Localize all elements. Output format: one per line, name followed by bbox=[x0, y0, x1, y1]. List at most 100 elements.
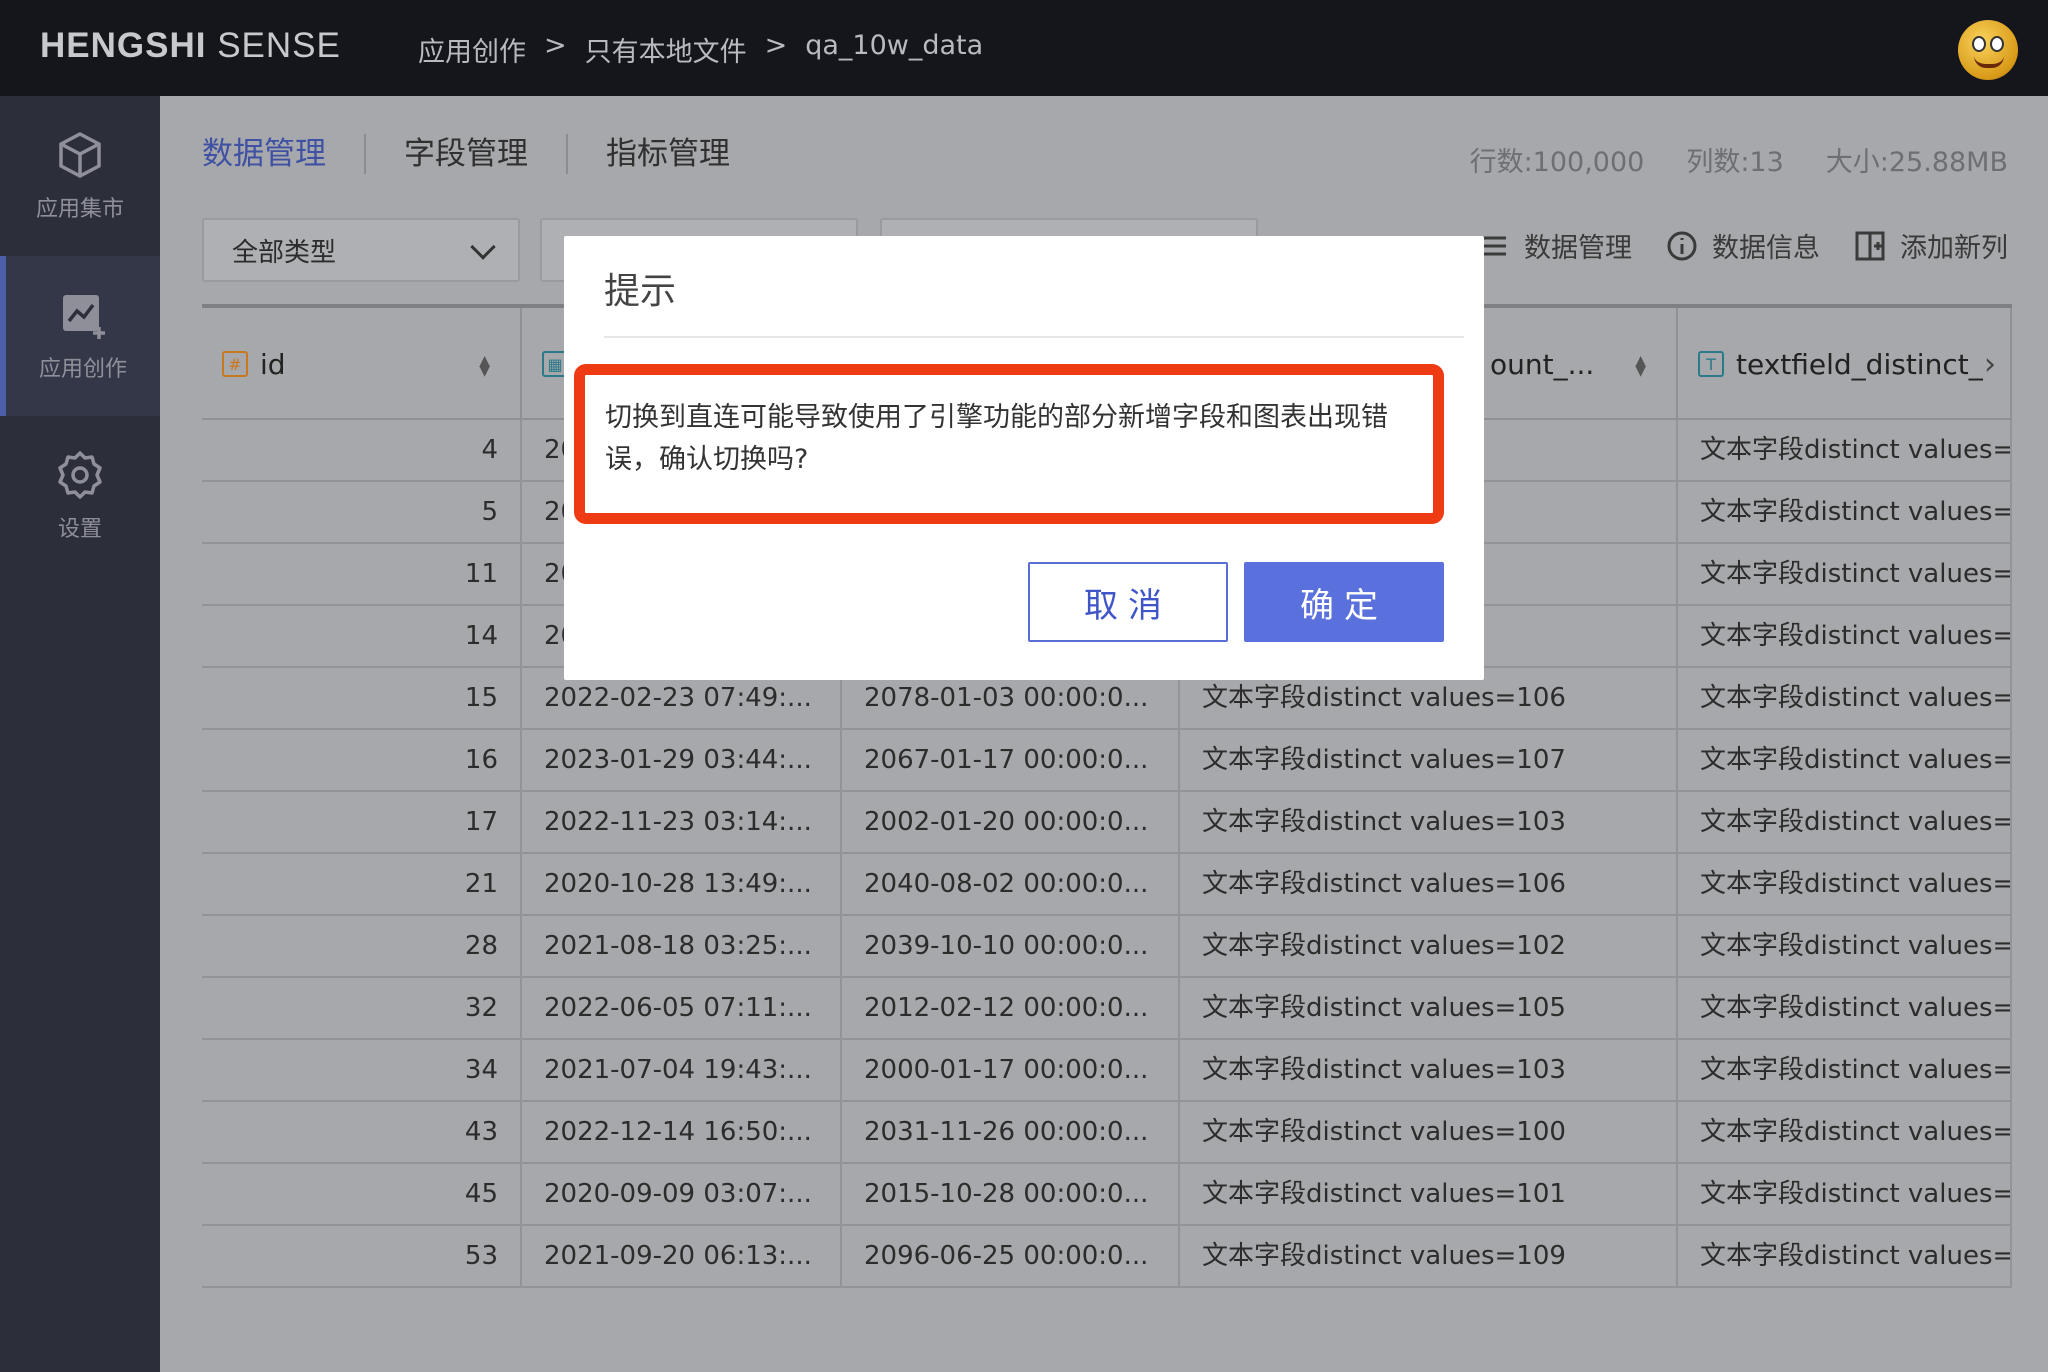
dialog-message: 切换到直连可能导致使用了引擎功能的部分新增字段和图表出现错误，确认切换吗? bbox=[574, 364, 1444, 524]
dialog-title: 提示 bbox=[604, 271, 677, 312]
breadcrumb-separator: > bbox=[764, 30, 788, 61]
brand-bold: HENGSHI bbox=[40, 26, 207, 65]
add-column-button[interactable]: 添加新列 bbox=[1854, 226, 2008, 265]
breadcrumb-item-app-create[interactable]: 应用创作 bbox=[418, 30, 526, 69]
table-row[interactable]: 34 2021-07-04 19:43:... 2000-01-17 00:00:0… bbox=[202, 1040, 2012, 1102]
table-cell: 5 bbox=[202, 482, 522, 542]
table-cell: 文本字段distinct values=106 bbox=[1180, 854, 1678, 914]
table-row[interactable]: 21 2020-10-28 13:49:... 2040-08-02 00:00:0… bbox=[202, 854, 2012, 916]
table-cell: 21 bbox=[202, 854, 522, 914]
avatar[interactable] bbox=[1958, 20, 2018, 80]
table-cell: 文本字段distinct values=5( bbox=[1678, 420, 2012, 480]
table-cell: 32 bbox=[202, 978, 522, 1038]
table-cell: 43 bbox=[202, 1102, 522, 1162]
table-cell: 2021-08-18 03:25:... bbox=[522, 916, 842, 976]
column-header-label: ount_... bbox=[1490, 347, 1595, 381]
breadcrumb-item-local-files[interactable]: 只有本地文件 bbox=[585, 30, 747, 69]
breadcrumb-item-dataset: qa_10w_data bbox=[805, 30, 984, 61]
table-cell: 4 bbox=[202, 420, 522, 480]
column-header-label: textfield_distinct_ bbox=[1736, 347, 1983, 381]
table-row[interactable]: 17 2022-11-23 03:14:... 2002-01-20 00:00:0… bbox=[202, 792, 2012, 854]
table-cell: 2039-10-10 00:00:0... bbox=[842, 916, 1180, 976]
table-cell: 文本字段distinct values=5( bbox=[1678, 606, 2012, 666]
confirm-button[interactable]: 确定 bbox=[1244, 562, 1444, 642]
table-cell: 2022-06-05 07:11:... bbox=[522, 978, 842, 1038]
table-cell: 文本字段distinct values=103 bbox=[1180, 1040, 1678, 1100]
dataset-stats: 行数:100,000 列数:13 大小:25.88MB bbox=[1470, 140, 2008, 179]
table-cell: 文本字段distinct values=109 bbox=[1180, 1226, 1678, 1286]
table-row[interactable]: 16 2023-01-29 03:44:... 2067-01-17 00:00:0… bbox=[202, 730, 2012, 792]
table-cell: 34 bbox=[202, 1040, 522, 1100]
table-cell: 2022-12-14 16:50:... bbox=[522, 1102, 842, 1162]
table-cell: 2015-10-28 00:00:0... bbox=[842, 1164, 1180, 1224]
sidebar-item-app-create[interactable]: 应用创作 bbox=[0, 256, 160, 416]
table-cell: 2067-01-17 00:00:0... bbox=[842, 730, 1180, 790]
table-cell: 2096-06-25 00:00:0... bbox=[842, 1226, 1180, 1286]
table-cell: 2020-10-28 13:49:... bbox=[522, 854, 842, 914]
table-cell: 2020-09-09 03:07:... bbox=[522, 1164, 842, 1224]
tab-metric-management[interactable]: 指标管理 bbox=[568, 134, 768, 174]
table-cell: 文本字段distinct values=103 bbox=[1180, 792, 1678, 852]
sidebar-item-app-market[interactable]: 应用集市 bbox=[0, 96, 160, 256]
data-info-button[interactable]: 数据信息 bbox=[1666, 226, 1820, 265]
table-cell: 2021-07-04 19:43:... bbox=[522, 1040, 842, 1100]
sidebar-item-label: 应用集市 bbox=[35, 197, 124, 222]
tab-bar: 数据管理 字段管理 指标管理 bbox=[202, 134, 768, 174]
table-cell: 2000-01-17 00:00:0... bbox=[842, 1040, 1180, 1100]
toolbar-label: 数据信息 bbox=[1712, 233, 1820, 264]
sort-icon[interactable]: ▲ ▼ bbox=[1635, 354, 1646, 378]
table-row[interactable]: 43 2022-12-14 16:50:... 2031-11-26 00:00:0… bbox=[202, 1102, 2012, 1164]
table-row[interactable]: 45 2020-09-09 03:07:... 2015-10-28 00:00:0… bbox=[202, 1164, 2012, 1226]
table-cell: 文本字段distinct values=5( bbox=[1678, 792, 2012, 852]
cube-icon bbox=[59, 132, 101, 178]
table-cell: 11 bbox=[202, 544, 522, 604]
avatar-eye bbox=[1990, 36, 2004, 52]
table-cell: 文本字段distinct values=5( bbox=[1678, 544, 2012, 604]
chevron-right-icon[interactable]: › bbox=[1984, 347, 1996, 382]
type-filter-select[interactable]: 全部类型 bbox=[202, 218, 520, 282]
breadcrumb-separator: > bbox=[544, 30, 567, 61]
table-cell: 2012-02-12 00:00:0... bbox=[842, 978, 1180, 1038]
table-row[interactable]: 32 2022-06-05 07:11:... 2012-02-12 00:00:0… bbox=[202, 978, 2012, 1040]
table-row[interactable]: 53 2021-09-20 06:13:... 2096-06-25 00:00:0… bbox=[202, 1226, 2012, 1288]
sidebar-item-label: 设置 bbox=[57, 517, 102, 542]
table-cell: 2002-01-20 00:00:0... bbox=[842, 792, 1180, 852]
table-cell: 文本字段distinct values=5( bbox=[1678, 668, 2012, 728]
sidebar-item-label: 应用创作 bbox=[38, 357, 127, 382]
brand-logo[interactable]: HENGSHI SENSE bbox=[40, 26, 341, 66]
text-type-icon: T bbox=[1698, 351, 1724, 377]
cancel-button[interactable]: 取消 bbox=[1028, 562, 1228, 642]
table-cell: 14 bbox=[202, 606, 522, 666]
data-management-button[interactable]: 数据管理 bbox=[1478, 226, 1632, 265]
table-cell: 15 bbox=[202, 668, 522, 728]
toolbar-label: 添加新列 bbox=[1900, 233, 2008, 264]
stat-size: 大小:25.88MB bbox=[1825, 147, 2008, 178]
toolbar: 数据管理 数据信息 添加新列 bbox=[1478, 226, 2008, 265]
table-cell: 文本字段distinct values=5( bbox=[1678, 978, 2012, 1038]
type-filter-value: 全部类型 bbox=[232, 237, 337, 268]
stat-columns: 列数:13 bbox=[1686, 147, 1784, 178]
tab-data-management[interactable]: 数据管理 bbox=[202, 134, 366, 174]
table-cell: 文本字段distinct values=5( bbox=[1678, 730, 2012, 790]
sidebar: 应用集市 应用创作 设置 bbox=[0, 96, 160, 1372]
table-cell: 文本字段distinct values=5( bbox=[1678, 482, 2012, 542]
brand-light: SENSE bbox=[206, 26, 341, 65]
table-cell: 文本字段distinct values=5( bbox=[1678, 854, 2012, 914]
table-cell: 17 bbox=[202, 792, 522, 852]
toolbar-label: 数据管理 bbox=[1524, 233, 1632, 264]
table-cell: 文本字段distinct values=107 bbox=[1180, 730, 1678, 790]
table-row[interactable]: 28 2021-08-18 03:25:... 2039-10-10 00:00:0… bbox=[202, 916, 2012, 978]
table-cell: 文本字段distinct values=5( bbox=[1678, 916, 2012, 976]
confirm-dialog: 提示 切换到直连可能导致使用了引擎功能的部分新增字段和图表出现错误，确认切换吗?… bbox=[564, 236, 1484, 680]
column-header-label: id bbox=[260, 347, 286, 381]
table-cell: 2031-11-26 00:00:0... bbox=[842, 1102, 1180, 1162]
sidebar-item-settings[interactable]: 设置 bbox=[0, 416, 160, 576]
column-header-textfield[interactable]: T textfield_distinct_ › bbox=[1678, 308, 2012, 420]
add-column-icon bbox=[1855, 231, 1885, 260]
table-cell: 2021-09-20 06:13:... bbox=[522, 1226, 842, 1286]
tab-field-management[interactable]: 字段管理 bbox=[366, 134, 568, 174]
column-header-id[interactable]: # id ▲ ▼ bbox=[202, 308, 522, 420]
number-type-icon: # bbox=[222, 351, 248, 377]
gear-icon bbox=[58, 451, 102, 499]
sort-icon[interactable]: ▲ ▼ bbox=[479, 354, 490, 378]
